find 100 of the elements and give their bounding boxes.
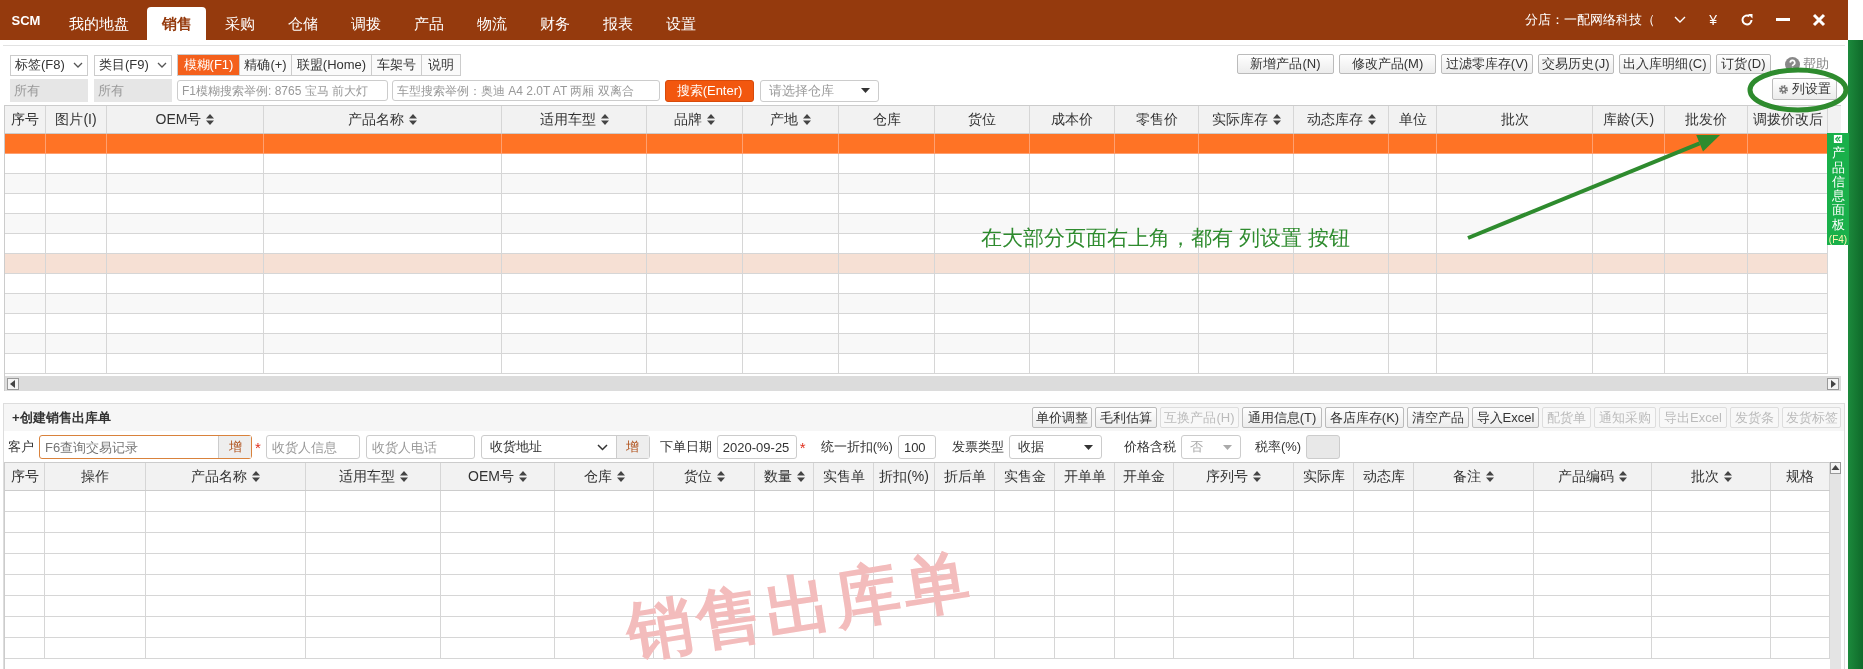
- chevron-down-icon[interactable]: [1674, 16, 1687, 24]
- minimize-icon[interactable]: [1776, 18, 1790, 22]
- required-mark: *: [255, 438, 261, 456]
- column-header[interactable]: OEM号: [107, 106, 264, 133]
- nav-tab[interactable]: 财务: [525, 7, 584, 40]
- column-header: 批次: [1437, 106, 1593, 133]
- table-row[interactable]: [5, 334, 1828, 354]
- nav-tab[interactable]: 报表: [588, 7, 647, 40]
- column-header: 图片(I): [46, 106, 107, 133]
- table-row[interactable]: [5, 294, 1828, 314]
- table-row[interactable]: [5, 274, 1828, 294]
- discount-field[interactable]: 100: [897, 435, 936, 459]
- filter-value: 所有: [10, 79, 88, 102]
- currency-button[interactable]: ¥: [1709, 12, 1717, 28]
- nav-tab[interactable]: 我的地盘: [54, 7, 143, 40]
- table-row[interactable]: [5, 174, 1828, 194]
- toolbar-button[interactable]: 修改产品(M): [1339, 54, 1436, 74]
- column-header: 实际库: [1294, 463, 1354, 490]
- column-header[interactable]: 产地: [743, 106, 839, 133]
- toolbar-button[interactable]: 订货(D): [1716, 54, 1771, 74]
- field-label: 发票类型: [951, 438, 1004, 456]
- horizontal-scrollbar[interactable]: [5, 376, 1841, 391]
- toolbar-button[interactable]: 出入库明细(C): [1619, 54, 1711, 74]
- nav-tab[interactable]: 仓储: [273, 7, 332, 40]
- nav-tab[interactable]: 设置: [651, 7, 710, 40]
- panel-title: +创建销售出库单: [12, 408, 111, 427]
- column-header: 实售金: [995, 463, 1055, 490]
- toolbar-button[interactable]: 交易历史(J): [1538, 54, 1614, 74]
- required-mark: *: [799, 438, 806, 456]
- column-header[interactable]: 数量: [755, 463, 814, 490]
- order-action-button[interactable]: 毛利估算: [1095, 407, 1157, 428]
- column-header[interactable]: 序列号: [1174, 463, 1294, 490]
- nav-tab[interactable]: 调拨: [336, 7, 395, 40]
- column-header[interactable]: 动态库存: [1294, 106, 1389, 133]
- column-header[interactable]: 产品名称: [264, 106, 502, 133]
- table-row[interactable]: [5, 314, 1828, 334]
- gear-icon: [1778, 83, 1789, 95]
- search-mode-tab[interactable]: 联盟(Home): [292, 55, 372, 75]
- order-action-button[interactable]: 单价调整: [1032, 407, 1092, 428]
- column-header[interactable]: 备注: [1414, 463, 1534, 490]
- toolbar-button[interactable]: 新增产品(N): [1237, 54, 1334, 74]
- close-icon[interactable]: [1812, 13, 1826, 27]
- date-field[interactable]: 2020-09-25: [716, 435, 797, 459]
- search-mode-tab[interactable]: 说明: [422, 55, 460, 75]
- nav-tab[interactable]: 采购: [210, 7, 269, 40]
- scroll-up-icon[interactable]: [1830, 462, 1841, 474]
- table-row[interactable]: [5, 134, 1828, 154]
- table-row[interactable]: [5, 154, 1828, 174]
- column-header[interactable]: 产品名称: [146, 463, 306, 490]
- search-field[interactable]: F1模糊搜索举例: 8765 宝马 前大灯: [177, 80, 388, 101]
- nav-tab[interactable]: 物流: [462, 7, 521, 40]
- order-action-button[interactable]: 导入Excel: [1472, 407, 1539, 428]
- order-action-button[interactable]: 各店库存(K): [1325, 407, 1404, 428]
- refresh-icon[interactable]: [1740, 13, 1754, 27]
- column-header[interactable]: 品牌: [647, 106, 743, 133]
- column-header: 序号: [5, 106, 46, 133]
- toolbar-button[interactable]: 过滤零库存(V): [1441, 54, 1533, 74]
- column-header[interactable]: 货位: [654, 463, 755, 490]
- input-field[interactable]: 收货人信息: [265, 435, 360, 459]
- search-mode-tab[interactable]: 车架号: [372, 55, 422, 75]
- column-header: 单位: [1389, 106, 1437, 133]
- column-header[interactable]: 仓库: [555, 463, 654, 490]
- column-header[interactable]: 适用车型: [306, 463, 441, 490]
- nav-tab[interactable]: 销售: [147, 7, 206, 40]
- column-header[interactable]: 批次: [1652, 463, 1771, 490]
- order-action-button[interactable]: 通用信息(T): [1242, 407, 1322, 428]
- column-header[interactable]: 实际库存: [1199, 106, 1294, 133]
- column-header[interactable]: 产品编码: [1534, 463, 1652, 490]
- column-header: 货位: [935, 106, 1030, 133]
- filter-value: 所有: [94, 79, 172, 102]
- filter-dropdown[interactable]: 标签(F8): [10, 54, 88, 76]
- column-header[interactable]: 适用车型: [502, 106, 647, 133]
- sort-icon: [409, 114, 417, 125]
- sort-icon: [707, 114, 715, 125]
- input-field[interactable]: 收货人电话: [365, 435, 475, 459]
- table-row[interactable]: [5, 194, 1828, 214]
- column-header: 序号: [5, 463, 45, 490]
- order-action-button[interactable]: 清空产品: [1407, 407, 1469, 428]
- invoice-type-select[interactable]: 收据: [1008, 435, 1102, 459]
- sort-icon: [1253, 471, 1261, 482]
- caret-icon: [1083, 444, 1093, 450]
- column-header: 操作: [45, 463, 146, 490]
- column-settings-button[interactable]: 列设置: [1772, 78, 1837, 100]
- filter-dropdown[interactable]: 类目(F9): [94, 54, 172, 76]
- column-header: 开单单: [1055, 463, 1115, 490]
- sort-icon: [1486, 471, 1494, 482]
- add-button[interactable]: 增: [218, 436, 251, 458]
- help-link[interactable]: 帮助: [1785, 55, 1829, 73]
- vertical-scrollbar[interactable]: [1830, 462, 1841, 669]
- search-field[interactable]: 车型搜索举例：奥迪 A4 2.0T AT 两厢 双离合: [392, 80, 660, 101]
- store-selector[interactable]: 分店：一配网络科技（: [1525, 11, 1656, 29]
- customer-field[interactable]: F6查询交易记录 增: [39, 435, 252, 459]
- scroll-right-icon[interactable]: [1827, 377, 1839, 390]
- column-header[interactable]: OEM号: [441, 463, 555, 490]
- sort-icon: [518, 471, 527, 482]
- sort-icon: [716, 471, 725, 482]
- nav-tab[interactable]: 产品: [399, 7, 458, 40]
- search-mode-tab[interactable]: 精确(+): [240, 55, 292, 75]
- scroll-left-icon[interactable]: [7, 377, 19, 390]
- sort-icon: [252, 471, 260, 482]
